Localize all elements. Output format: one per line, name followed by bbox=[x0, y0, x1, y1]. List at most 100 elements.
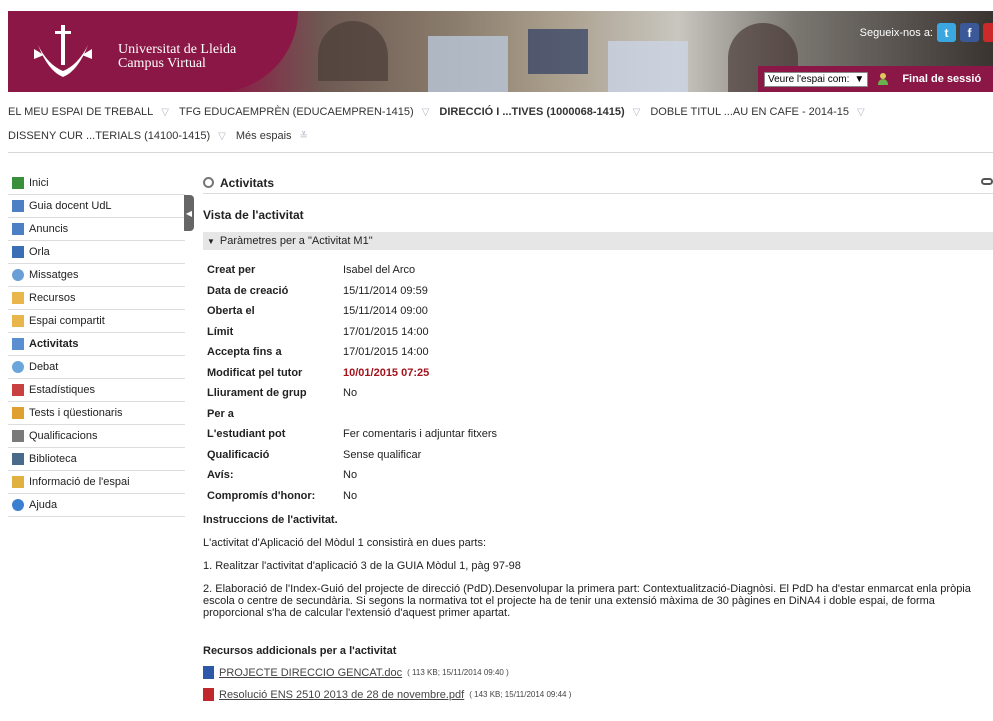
university-name[interactable]: Universitat de Lleida Campus Virtual bbox=[118, 43, 236, 71]
parameter-value: No bbox=[343, 387, 358, 400]
sidebar-item-orla[interactable]: Orla bbox=[8, 241, 185, 264]
sidebar-item-shared-folder[interactable]: Espai compartit bbox=[8, 310, 185, 333]
parameter-row: Accepta fins a 17/01/2015 14:00 bbox=[207, 342, 993, 363]
banner-photo-shape bbox=[608, 41, 688, 92]
instructions-paragraph: 2. Elaboració de l'Index-Guió del projec… bbox=[203, 583, 971, 619]
parameter-row: Per a bbox=[207, 404, 993, 425]
sidebar-item-activity[interactable]: Activitats bbox=[8, 333, 185, 356]
sidebar-item-megaphone[interactable]: Anuncis bbox=[8, 218, 185, 241]
space-tab-doble-titul[interactable]: DOBLE TITUL ...AU EN CAFE - 2014-15 bbox=[650, 106, 849, 118]
parameter-row: Límit 17/01/2015 14:00 bbox=[207, 322, 993, 343]
link-icon[interactable] bbox=[981, 178, 993, 185]
parameter-row: Qualificació Sense qualificar bbox=[207, 445, 993, 466]
parameter-label: Avís: bbox=[207, 469, 234, 482]
sidebar-item-label: Ajuda bbox=[29, 499, 58, 511]
activity-icon bbox=[12, 338, 24, 350]
parameter-label: Lliurament de grup bbox=[207, 387, 307, 400]
space-tab-workspace[interactable]: EL MEU ESPAI DE TREBALL bbox=[8, 106, 153, 118]
sidebar-item-label: Activitats bbox=[29, 338, 79, 350]
sidebar-item-info[interactable]: Informació de l'espai bbox=[8, 471, 185, 494]
chevron-down-icon[interactable]: ▽ bbox=[218, 131, 226, 142]
parameter-row: Oberta el 15/11/2014 09:00 bbox=[207, 301, 993, 322]
debate-icon bbox=[12, 361, 24, 373]
university-name-line: Universitat de Lleida bbox=[118, 42, 237, 57]
parameter-value: Sense qualificar bbox=[343, 448, 422, 461]
view-space-as-label: Veure l'espai com: bbox=[768, 73, 850, 85]
parameter-row: L'estudiant pot Fer comentaris i adjuntar… bbox=[207, 424, 993, 445]
stats-icon bbox=[12, 384, 24, 396]
sidebar-item-folder[interactable]: Recursos bbox=[8, 287, 185, 310]
facebook-icon[interactable]: f bbox=[960, 23, 979, 42]
sidebar-item-stats[interactable]: Estadístiques bbox=[8, 379, 185, 402]
sidebar-item-home[interactable]: Inici bbox=[8, 172, 185, 195]
main-content: Activitats Vista de l'activitat ▼ Paràme… bbox=[203, 172, 993, 701]
section-header: Activitats bbox=[203, 172, 993, 194]
sidebar-item-label: Inici bbox=[29, 177, 49, 189]
double-chevron-down-icon[interactable]: ≚ bbox=[300, 131, 308, 142]
parameter-row: Data de creació 15/11/2014 09:59 bbox=[207, 281, 993, 302]
header-banner: Universitat de Lleida Campus Virtual Seg… bbox=[8, 11, 993, 92]
sidebar-item-pencil[interactable]: Tests i qüestionaris bbox=[8, 402, 185, 425]
sidebar-item-help[interactable]: Ajuda bbox=[8, 494, 185, 517]
sidebar-item-label: Guia docent UdL bbox=[29, 200, 112, 212]
university-logo-icon[interactable] bbox=[28, 21, 98, 81]
parameters-table: Creat per Isabel del Arco Data de creació 1… bbox=[207, 260, 993, 506]
logout-link[interactable]: Final de sessió bbox=[902, 73, 981, 85]
parameter-label: Data de creació bbox=[207, 284, 289, 297]
parameters-toggle[interactable]: ▼ Paràmetres per a "Activitat M1" bbox=[203, 232, 993, 250]
space-tab-direccio[interactable]: DIRECCIÓ I ...TIVES (1000068-1415) bbox=[439, 106, 624, 118]
instructions-paragraph: 1. Realitzar l'activitat d'aplicació 3 d… bbox=[203, 560, 521, 572]
chevron-down-icon[interactable]: ▽ bbox=[633, 107, 641, 118]
folder-icon bbox=[12, 292, 24, 304]
sidebar-item-grades[interactable]: Qualificacions bbox=[8, 425, 185, 448]
chevron-down-icon[interactable]: ▽ bbox=[161, 107, 169, 118]
parameter-label: Compromís d'honor: bbox=[207, 489, 316, 502]
activity-bullet-icon bbox=[203, 177, 214, 188]
user-icon[interactable] bbox=[878, 73, 889, 85]
banner-photo-shape bbox=[318, 21, 388, 81]
instructions-title: Instruccions de l'activitat. bbox=[203, 514, 338, 526]
chevron-down-icon[interactable]: ▽ bbox=[422, 107, 430, 118]
youtube-icon[interactable] bbox=[983, 23, 993, 42]
sidebar-item-message[interactable]: Missatges bbox=[8, 264, 185, 287]
section-title: Activitats bbox=[220, 175, 275, 190]
info-icon bbox=[12, 476, 24, 488]
resource-file-link[interactable]: PROJECTE DIRECCIO GENCAT.doc bbox=[219, 667, 402, 679]
resource-file: PROJECTE DIRECCIO GENCAT.doc ( 113 KB; 15… bbox=[203, 666, 993, 679]
space-tab-disseny[interactable]: DISSENY CUR ...TERIALS (14100-1415) bbox=[8, 130, 210, 142]
resource-file: Resolució ENS 2510 2013 de 28 de novembr… bbox=[203, 688, 993, 701]
space-nav-row: DISSENY CUR ...TERIALS (14100-1415) ▽ Més… bbox=[8, 124, 993, 148]
sidebar-item-guide[interactable]: Guia docent UdL bbox=[8, 195, 185, 218]
campus-virtual-line: Campus Virtual bbox=[118, 56, 206, 71]
chevron-down-icon[interactable]: ▽ bbox=[857, 107, 865, 118]
parameter-value: No bbox=[343, 469, 358, 482]
parameter-label: Per a bbox=[207, 407, 234, 420]
view-title: Vista de l'activitat bbox=[203, 208, 304, 222]
pencil-icon bbox=[12, 407, 24, 419]
library-icon bbox=[12, 453, 24, 465]
resource-file-link[interactable]: Resolució ENS 2510 2013 de 28 de novembr… bbox=[219, 689, 464, 701]
megaphone-icon bbox=[12, 223, 24, 235]
more-spaces-link[interactable]: Més espais bbox=[236, 130, 292, 142]
sidebar-collapse-handle[interactable]: ◀ bbox=[184, 195, 194, 231]
parameter-label: Límit bbox=[207, 325, 234, 338]
space-tab-tfg[interactable]: TFG EDUCAEMPRÈN (EDUCAEMPREN-1415) bbox=[179, 106, 414, 118]
parameter-value: 17/01/2015 14:00 bbox=[343, 325, 429, 338]
sidebar-item-label: Espai compartit bbox=[29, 315, 105, 327]
sidebar-item-label: Recursos bbox=[29, 292, 76, 304]
parameter-value: Isabel del Arco bbox=[343, 264, 416, 277]
sidebar-item-library[interactable]: Biblioteca bbox=[8, 448, 185, 471]
view-space-as-select[interactable]: Veure l'espai com: ▼ bbox=[764, 71, 869, 87]
home-icon bbox=[12, 177, 24, 189]
nav-divider bbox=[8, 152, 993, 153]
twitter-icon[interactable]: t bbox=[937, 23, 956, 42]
resources-list: PROJECTE DIRECCIO GENCAT.doc ( 113 KB; 15… bbox=[203, 666, 993, 701]
sidebar-item-label: Missatges bbox=[29, 269, 79, 281]
parameter-label: L'estudiant pot bbox=[207, 428, 286, 441]
instructions-paragraph: L'activitat d'Aplicació del Mòdul 1 cons… bbox=[203, 537, 487, 549]
help-icon bbox=[12, 499, 24, 511]
word-file-icon bbox=[203, 666, 214, 679]
parameter-row: Compromís d'honor: No bbox=[207, 486, 993, 507]
sidebar-item-debate[interactable]: Debat bbox=[8, 356, 185, 379]
parameter-value: No bbox=[343, 489, 358, 502]
